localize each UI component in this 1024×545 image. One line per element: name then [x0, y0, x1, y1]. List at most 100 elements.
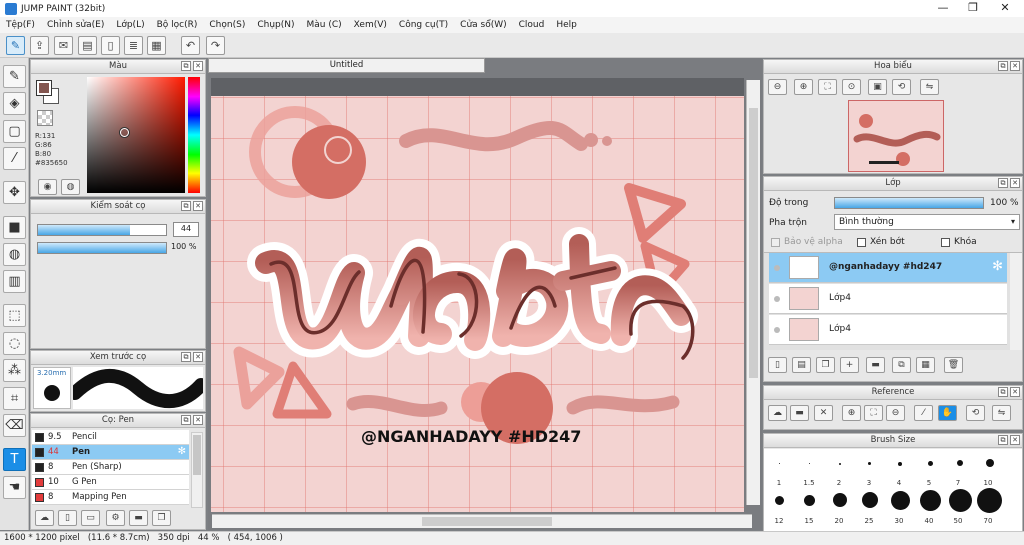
zoom-in-icon[interactable]: ⊕ [794, 79, 813, 95]
panel-close-icon[interactable]: ✕ [193, 61, 203, 71]
page-icon[interactable]: ▯ [101, 36, 120, 55]
menu-edit[interactable]: Chỉnh sửa(E) [41, 20, 110, 30]
fit-icon[interactable]: ⛶ [818, 79, 837, 95]
size-label[interactable]: 25 [859, 517, 879, 525]
layer-opacity-slider[interactable] [834, 197, 984, 209]
size-label[interactable]: 20 [829, 517, 849, 525]
rect-select-tool-icon[interactable]: ▢ [3, 120, 26, 143]
flip-icon[interactable]: ⇋ [992, 405, 1011, 421]
protect-alpha-checkbox[interactable] [771, 238, 780, 247]
new-layer-icon[interactable]: ▯ [768, 357, 787, 373]
brush-item-g-pen[interactable]: 10 G Pen [32, 475, 189, 490]
color-picker-cursor[interactable] [120, 128, 129, 137]
duplicate-icon[interactable]: ❐ [152, 510, 171, 526]
brush-mode-icon[interactable]: ✎ [6, 36, 25, 55]
size-label[interactable]: 1 [769, 479, 789, 487]
menu-color[interactable]: Màu (C) [301, 20, 348, 30]
brush-item-pen-sharp[interactable]: 8 Pen (Sharp) [32, 460, 189, 475]
menu-help[interactable]: Help [550, 20, 583, 30]
restore-button[interactable]: ❐ [958, 0, 988, 17]
size-label[interactable]: 1.5 [799, 479, 819, 487]
zoom-icon[interactable]: ⊙ [842, 79, 861, 95]
trash-icon[interactable]: 🗑 [944, 357, 963, 373]
rotate-icon[interactable]: ⟲ [966, 405, 985, 421]
size-label[interactable]: 30 [889, 517, 909, 525]
close-button[interactable]: ✕ [990, 0, 1020, 17]
visibility-toggle[interactable] [774, 265, 780, 271]
saturation-value-picker[interactable] [87, 77, 185, 193]
brush-size-slider[interactable] [37, 224, 167, 236]
size-label[interactable]: 5 [919, 479, 939, 487]
hscroll-thumb[interactable] [422, 517, 552, 526]
size-label[interactable]: 40 [919, 517, 939, 525]
merge-icon[interactable]: ⧉ [892, 357, 911, 373]
blend-mode-select[interactable]: Bình thường ▾ [834, 214, 1020, 230]
brush-opacity-slider[interactable] [37, 242, 167, 254]
export-icon[interactable]: ⇪ [30, 36, 49, 55]
size-label[interactable]: 7 [948, 479, 968, 487]
hue-slider[interactable] [188, 77, 200, 193]
popout-icon[interactable]: ⧉ [181, 415, 191, 425]
popout-icon[interactable]: ⧉ [998, 61, 1008, 71]
zoom-out-icon[interactable]: ⊖ [886, 405, 905, 421]
popout-icon[interactable]: ⧉ [181, 352, 191, 362]
comment-icon[interactable]: ✉ [54, 36, 73, 55]
gear-icon[interactable]: ✻ [178, 445, 186, 459]
size-label[interactable]: 10 [978, 479, 998, 487]
menu-cloud[interactable]: Cloud [513, 20, 551, 30]
undo-icon[interactable]: ↶ [181, 36, 200, 55]
fit-icon[interactable]: ⛶ [864, 405, 883, 421]
redo-icon[interactable]: ↷ [206, 36, 225, 55]
brush-tool-icon[interactable]: ✎ [3, 65, 26, 88]
size-label[interactable]: 3 [859, 479, 879, 487]
lock-checkbox[interactable] [941, 238, 950, 247]
move-tool-icon[interactable]: ✥ [3, 181, 26, 204]
gear-icon[interactable]: ✻ [992, 259, 1003, 274]
popout-icon[interactable]: ⧉ [998, 178, 1008, 188]
menu-layer[interactable]: Lớp(L) [110, 20, 150, 30]
panel-close-icon[interactable]: ✕ [1010, 435, 1020, 445]
panel-close-icon[interactable]: ✕ [1010, 387, 1020, 397]
layer-row[interactable]: @nganhadayy #hd247 ✻ [769, 253, 1007, 283]
brush-item-pencil[interactable]: 9.5 Pencil [32, 430, 189, 445]
document-tab[interactable]: Untitled [208, 58, 485, 73]
dropper-icon[interactable]: ⁄ [914, 405, 933, 421]
list-icon[interactable]: ≣ [124, 36, 143, 55]
popout-icon[interactable]: ⧉ [181, 201, 191, 211]
panel-close-icon[interactable]: ✕ [193, 415, 203, 425]
size-label[interactable]: 4 [889, 479, 909, 487]
size-label[interactable]: 2 [829, 479, 849, 487]
dropper-tool-icon[interactable]: ⁄ [3, 147, 26, 170]
gradient-tool-icon[interactable]: ▥ [3, 270, 26, 293]
hand-icon[interactable]: ✋ [938, 405, 957, 421]
navigator-thumbnail[interactable] [848, 100, 944, 172]
vertical-scrollbar[interactable] [746, 80, 760, 505]
layer-settings-icon[interactable]: ▦ [916, 357, 935, 373]
menu-select[interactable]: Chọn(S) [203, 20, 251, 30]
brush-item-pen[interactable]: 44 Pen ✻ [32, 445, 189, 460]
rotate-icon[interactable]: ⟲ [892, 79, 911, 95]
palette-icon[interactable]: ◍ [61, 179, 80, 195]
panel-close-icon[interactable]: ✕ [1010, 61, 1020, 71]
panel-close-icon[interactable]: ✕ [193, 352, 203, 362]
cloud-icon[interactable]: ☁ [768, 405, 787, 421]
new-layer-folder-icon[interactable]: ▤ [792, 357, 811, 373]
folder-icon[interactable]: ▬ [866, 357, 885, 373]
layer-row[interactable]: Lớp4 [769, 284, 1007, 314]
lasso-tool-icon[interactable]: ◌ [3, 332, 26, 355]
visibility-toggle[interactable] [774, 296, 780, 302]
panel-icon[interactable]: ▤ [78, 36, 97, 55]
open-folder-icon[interactable]: ▬ [790, 405, 809, 421]
menu-view[interactable]: Xem(V) [348, 20, 393, 30]
copy-brush-icon[interactable]: ▭ [81, 510, 100, 526]
size-label[interactable]: 50 [948, 517, 968, 525]
folder-icon[interactable]: ▬ [129, 510, 148, 526]
brush-list-scrollbar[interactable] [191, 432, 203, 508]
actual-size-icon[interactable]: ▣ [868, 79, 887, 95]
close-reference-icon[interactable]: ✕ [814, 405, 833, 421]
panel-close-icon[interactable]: ✕ [1010, 178, 1020, 188]
menu-filter[interactable]: Bộ lọc(R) [151, 20, 204, 30]
flip-icon[interactable]: ⇋ [920, 79, 939, 95]
select-rect-tool-icon[interactable]: ⬚ [3, 304, 26, 327]
new-brush-icon[interactable]: ▯ [58, 510, 77, 526]
